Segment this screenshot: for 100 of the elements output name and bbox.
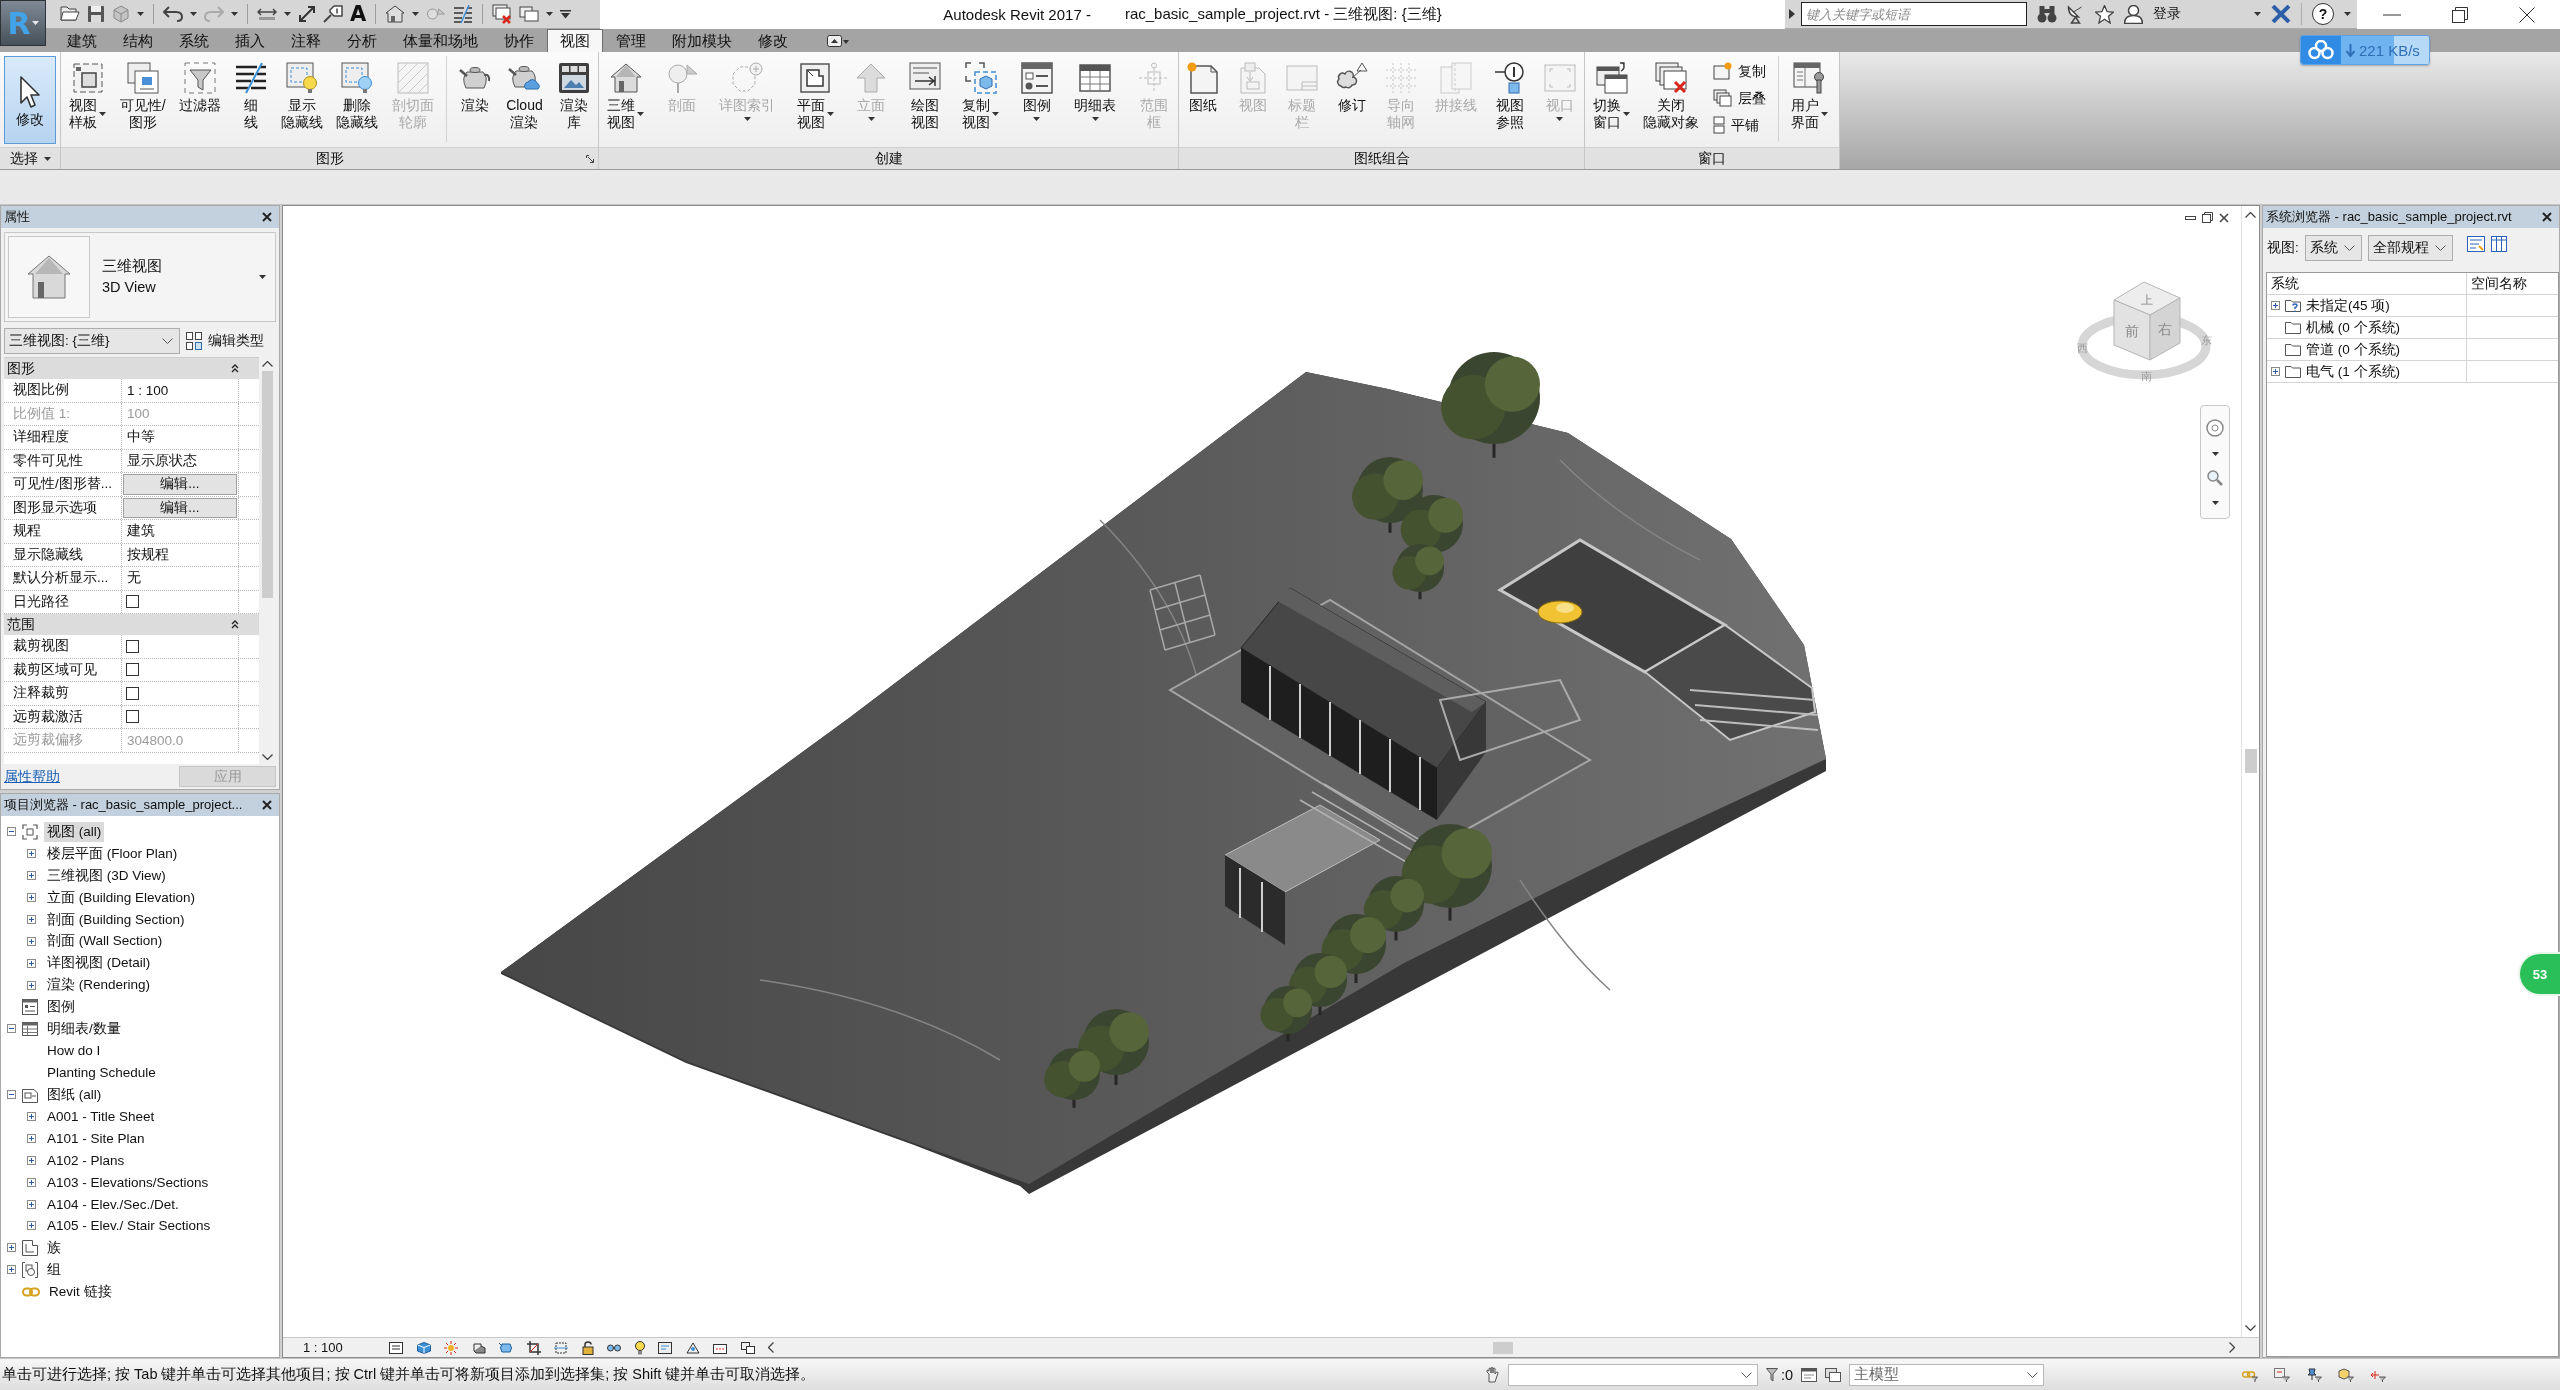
expand-plus-icon[interactable]: [27, 980, 36, 990]
section-marker-icon[interactable]: [426, 8, 447, 20]
scroll-up-icon[interactable]: [2245, 212, 2256, 218]
panel-toggle-icon[interactable]: [827, 34, 849, 47]
expand-plus-icon[interactable]: [2271, 301, 2280, 310]
scroll-left-icon[interactable]: [768, 1342, 774, 1353]
ribbon-button[interactable]: 关闭隐藏对象: [1639, 56, 1704, 134]
worksets-icon[interactable]: [740, 1341, 755, 1354]
sun-path-icon[interactable]: [444, 1340, 458, 1355]
expand-plus-icon[interactable]: [27, 893, 36, 903]
close-icon[interactable]: [2219, 212, 2229, 223]
diagonal-dimension-icon[interactable]: [298, 5, 316, 23]
tree-item[interactable]: Planting Schedule: [44, 1064, 159, 1082]
checkbox[interactable]: [126, 686, 139, 700]
ribbon-tab[interactable]: 系统: [166, 29, 222, 52]
lock-icon[interactable]: [581, 1340, 594, 1355]
expand-plus-icon[interactable]: [7, 1243, 16, 1253]
tree-item[interactable]: A102 - Plans: [44, 1151, 128, 1169]
folder-open-icon[interactable]: [60, 5, 80, 23]
ribbon-button[interactable]: 平面视图: [792, 56, 838, 134]
close-icon[interactable]: [2542, 212, 2552, 222]
collapse-minus-icon[interactable]: [7, 1090, 16, 1100]
help-link[interactable]: 属性帮助: [4, 767, 60, 786]
group-header[interactable]: 范围: [4, 614, 259, 635]
save-icon[interactable]: [87, 5, 105, 23]
property-value[interactable]: 无: [122, 567, 239, 590]
ribbon-tab[interactable]: 插入: [222, 29, 278, 52]
type-selector[interactable]: 三维视图 3D View: [4, 232, 276, 322]
face-filter-icon[interactable]: [2338, 1367, 2355, 1382]
checkbox[interactable]: [126, 639, 139, 653]
user-icon[interactable]: [2124, 4, 2143, 24]
expand-plus-icon[interactable]: [27, 915, 36, 924]
expand-plus-icon[interactable]: [27, 849, 36, 859]
ribbon-tab[interactable]: 建筑: [54, 29, 110, 52]
scroll-thumb[interactable]: [262, 371, 273, 599]
ribbon-button[interactable]: 修订: [1331, 56, 1372, 117]
caret-icon[interactable]: [137, 12, 144, 16]
caret-icon[interactable]: [546, 12, 554, 16]
ribbon-button[interactable]: 修改: [4, 56, 56, 144]
tree-item[interactable]: 剖面 (Wall Section): [44, 931, 166, 952]
view-properties-icon[interactable]: [658, 1341, 672, 1354]
expand-plus-icon[interactable]: [2271, 367, 2280, 376]
expand-plus-icon[interactable]: [7, 1265, 16, 1275]
text-tool-button[interactable]: A: [350, 3, 367, 25]
scroll-down-icon[interactable]: [262, 754, 273, 760]
edit-button[interactable]: 编辑...: [123, 497, 237, 518]
caret-icon[interactable]: [284, 12, 291, 16]
tree-item[interactable]: Revit 链接: [46, 1281, 115, 1302]
edit-type-button[interactable]: 编辑类型: [186, 332, 264, 350]
ribbon-button[interactable]: 视图样板: [65, 56, 110, 134]
ribbon-button[interactable]: 平铺: [1708, 114, 1770, 136]
tree-item[interactable]: 明细表/数量: [44, 1018, 124, 1039]
tree-item[interactable]: 族: [44, 1237, 64, 1258]
table-cell[interactable]: 电气 (1 个系统): [2306, 362, 2400, 381]
edit-button[interactable]: 编辑...: [123, 474, 237, 495]
tree-item[interactable]: 视图 (all): [44, 821, 105, 842]
schematic-icon[interactable]: [2466, 236, 2485, 252]
ribbon-tab[interactable]: 体量和场地: [390, 29, 491, 52]
checkbox[interactable]: [126, 595, 139, 609]
view-scale[interactable]: 1 : 100: [303, 1340, 389, 1355]
thin-lines-icon[interactable]: [453, 4, 474, 24]
tag-icon[interactable]: [323, 5, 343, 23]
property-value[interactable]: 1 : 100: [122, 379, 239, 402]
house-icon[interactable]: [385, 5, 406, 23]
ribbon-button[interactable]: 可见性/图形: [115, 56, 170, 134]
ribbon-tab[interactable]: 注释: [278, 29, 334, 52]
system-dropdown[interactable]: 系统: [2304, 235, 2362, 261]
window-icon[interactable]: [1801, 1367, 1818, 1382]
scroll-thumb[interactable]: [2244, 748, 2257, 773]
ribbon-button[interactable]: 视图参照: [1490, 56, 1531, 134]
scroll-thumb[interactable]: [1492, 1341, 1513, 1354]
dialog-launcher-icon[interactable]: [586, 154, 594, 163]
tree-item[interactable]: 剖面 (Building Section): [44, 909, 188, 930]
checkbox[interactable]: [126, 663, 139, 677]
collapse-minus-icon[interactable]: [7, 1024, 16, 1034]
tree-item[interactable]: A103 - Elevations/Sections: [44, 1173, 212, 1191]
expand-right-icon[interactable]: [1789, 9, 1795, 19]
property-value[interactable]: 建筑: [122, 520, 239, 543]
tree-item[interactable]: 楼层平面 (Floor Plan): [44, 843, 181, 864]
checkbox[interactable]: [126, 710, 139, 724]
tree-item[interactable]: A105 - Elev./ Stair Sections: [44, 1217, 214, 1235]
expand-plus-icon[interactable]: [27, 936, 36, 946]
table-cell[interactable]: 管道 (0 个系统): [2306, 340, 2400, 359]
crop-icon[interactable]: [526, 1340, 541, 1355]
ribbon-button[interactable]: 用户界面: [1786, 56, 1832, 134]
ribbon-button[interactable]: 复制: [1708, 60, 1770, 82]
expand-plus-icon[interactable]: [27, 871, 36, 881]
search-field[interactable]: 键入关键字或短语: [1801, 2, 2027, 26]
property-value[interactable]: 按规程: [122, 543, 239, 566]
ribbon-button[interactable]: 图纸: [1183, 56, 1223, 117]
collapse-icon[interactable]: [231, 364, 239, 373]
tree-item[interactable]: 三维视图 (3D View): [44, 865, 169, 886]
x-logo-icon[interactable]: [2271, 5, 2291, 23]
cube-style-icon[interactable]: [416, 1341, 431, 1354]
expand-plus-icon[interactable]: [27, 958, 36, 968]
group-header[interactable]: 图形: [4, 358, 259, 379]
column-header[interactable]: 系统: [2267, 273, 2467, 294]
tree-item[interactable]: How do I: [44, 1042, 104, 1060]
ribbon-tab[interactable]: 附加模块: [659, 29, 745, 52]
ribbon-button[interactable]: 删除隐藏线: [332, 56, 383, 134]
